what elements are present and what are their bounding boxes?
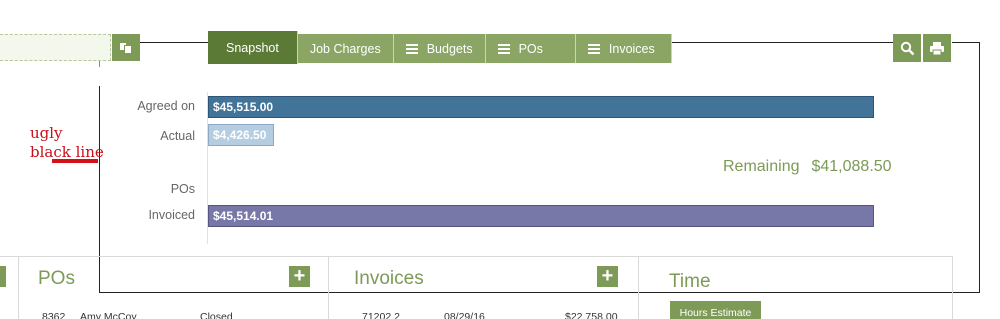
remaining-label: Remaining <box>723 158 800 175</box>
frame-line-top-left <box>140 42 208 43</box>
bar-agreed-on: $45,515.00 <box>208 96 874 118</box>
frame-line-top-right <box>650 42 893 43</box>
annotation-text: ugly black line <box>30 124 104 162</box>
bar-invoiced: $45,514.01 <box>208 205 874 227</box>
label-invoiced: Invoiced <box>148 208 195 222</box>
label-actual: Actual <box>160 129 195 143</box>
list-icon <box>497 43 510 54</box>
po-person: Amy McCoy <box>80 311 137 319</box>
invoice-date: 08/29/16 <box>444 311 485 319</box>
frame-line-left-stub <box>99 61 100 67</box>
tab-pos[interactable]: POs <box>485 34 576 63</box>
time-panel-title: Time <box>669 271 711 292</box>
tab-label: Job Charges <box>309 41 381 56</box>
add-po-button[interactable]: + <box>289 266 310 287</box>
panel-separator <box>18 256 19 319</box>
tab-budgets[interactable]: Budgets <box>393 34 486 63</box>
bar-value: $4,426.50 <box>213 128 267 142</box>
search-button[interactable] <box>893 34 921 62</box>
panel-separator <box>328 256 329 319</box>
frame-line-top-end <box>952 42 980 43</box>
label-pos: POs <box>170 182 195 196</box>
copy-icon <box>119 41 133 54</box>
bar-actual: $4,426.50 <box>208 124 274 146</box>
invoice-number[interactable]: 71202.2 <box>362 311 400 319</box>
tab-job-charges[interactable]: Job Charges <box>297 34 394 63</box>
panel-divider <box>0 256 952 257</box>
tab-label: Snapshot <box>226 40 279 55</box>
panel-separator <box>952 256 953 319</box>
bar-value: $45,514.01 <box>213 209 274 223</box>
filter-input[interactable] <box>0 34 111 61</box>
list-icon <box>405 43 418 54</box>
bar-value: $45,515.00 <box>213 100 274 114</box>
list-icon <box>587 43 600 54</box>
po-status: Closed <box>200 311 233 319</box>
remaining-summary: Remaining $41,088.50 <box>723 158 892 176</box>
copy-button[interactable] <box>112 34 140 61</box>
frame-line-bottom <box>99 292 980 293</box>
print-icon <box>930 41 944 55</box>
add-invoice-button[interactable]: + <box>597 266 618 287</box>
panel-collapse-button[interactable] <box>0 266 6 287</box>
annotation-underline <box>52 159 98 163</box>
tab-invoices[interactable]: Invoices <box>575 34 672 63</box>
pos-panel-title: POs <box>38 268 75 289</box>
invoice-amount: $22,758.00 <box>565 311 618 319</box>
tab-bar: Snapshot Job Charges Budgets POs Invoice… <box>208 31 672 64</box>
panel-separator <box>638 256 639 319</box>
po-number[interactable]: 8362 <box>42 311 65 319</box>
remaining-value: $41,088.50 <box>811 158 892 175</box>
tab-snapshot[interactable]: Snapshot <box>208 31 298 64</box>
invoices-panel-title: Invoices <box>354 268 424 289</box>
tab-label: Budgets <box>426 41 473 56</box>
print-button[interactable] <box>923 34 951 62</box>
frame-line-left <box>99 86 100 293</box>
frame-line-right <box>979 42 980 293</box>
hours-estimate-button[interactable]: Hours Estimate <box>670 301 761 319</box>
annotation-line: ugly <box>30 124 63 142</box>
tab-label: Invoices <box>608 41 655 56</box>
tab-label: POs <box>518 41 543 56</box>
search-icon <box>900 41 914 55</box>
label-agreed-on: Agreed on <box>137 99 195 113</box>
